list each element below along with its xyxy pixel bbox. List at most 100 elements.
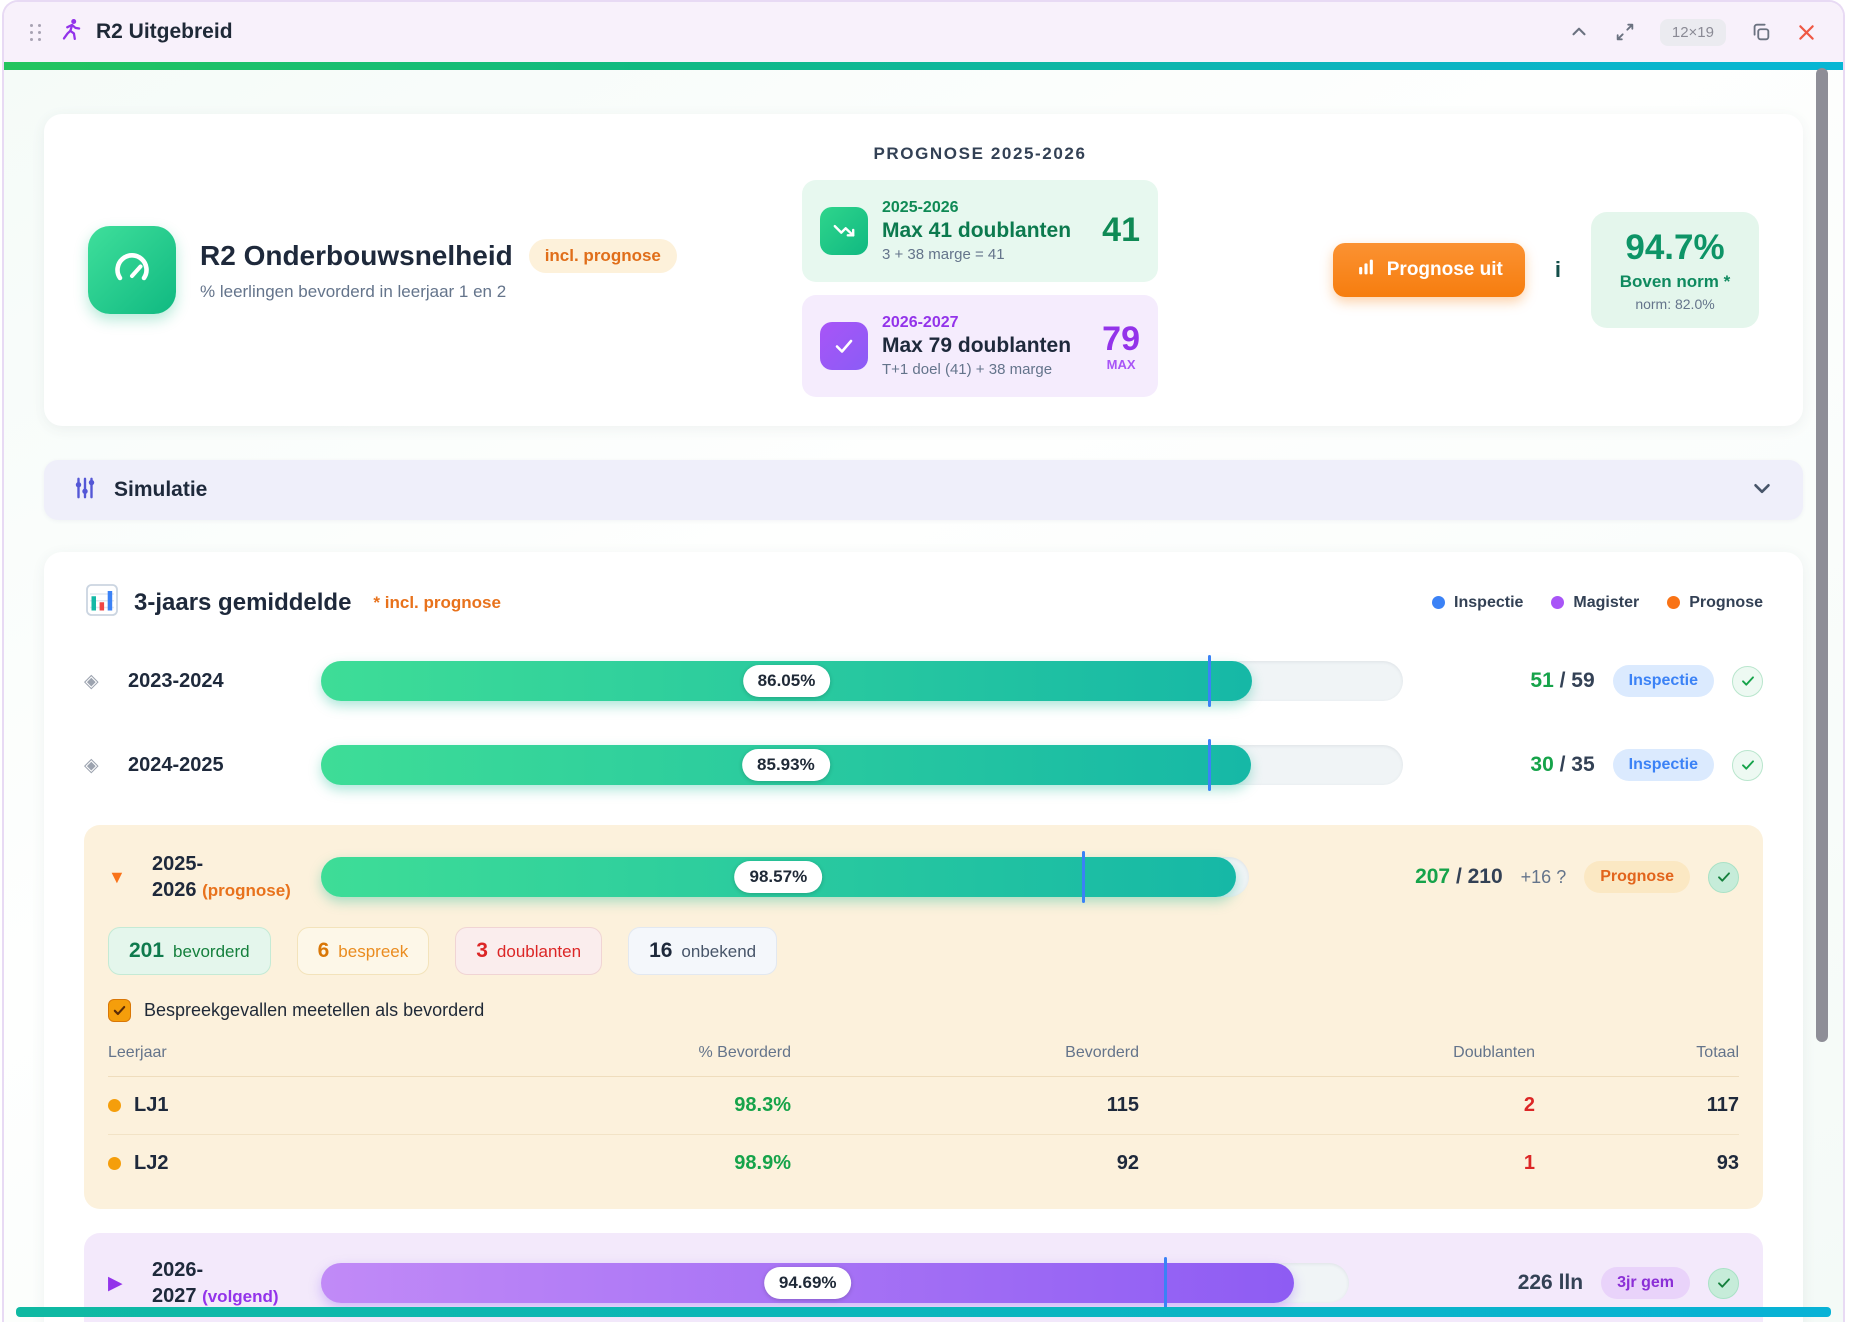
orange-dot-icon bbox=[108, 1157, 121, 1170]
prognose-card-2026: 2026-2027 Max 79 doublanten T+1 doel (41… bbox=[802, 295, 1158, 397]
source-badge[interactable]: Inspectie bbox=[1613, 749, 1714, 781]
sliders-icon bbox=[72, 475, 98, 506]
row-totaal: 93 bbox=[1535, 1152, 1739, 1175]
year-label-suffix: (prognose) bbox=[202, 881, 291, 900]
legend: Inspectie Magister Prognose bbox=[1432, 594, 1763, 612]
pill-doublanten: 3 doublanten bbox=[455, 927, 602, 975]
close-icon[interactable] bbox=[1796, 22, 1817, 43]
header-card: R2 Onderbouwsnelheid incl. prognose % le… bbox=[44, 114, 1803, 426]
fullscreen-icon[interactable] bbox=[1614, 21, 1636, 43]
norm-marker bbox=[1164, 1257, 1167, 1309]
pill-bespreek: 6 bespreek bbox=[297, 927, 430, 975]
pill-label: bevorderd bbox=[173, 942, 250, 962]
source-badge[interactable]: Prognose bbox=[1584, 861, 1690, 893]
row-bevorderd: 92 bbox=[791, 1152, 1139, 1175]
copy-icon[interactable] bbox=[1750, 21, 1772, 43]
progress-fill: 85.93% bbox=[321, 745, 1251, 785]
widget-window: R2 Uitgebreid 12×19 bbox=[2, 0, 1845, 1322]
prognose-card-title: Max 79 doublanten bbox=[882, 334, 1088, 358]
legend-label: Magister bbox=[1573, 594, 1639, 612]
widget-size-badge: 12×19 bbox=[1660, 19, 1726, 46]
orange-dot-icon bbox=[108, 1099, 121, 1112]
triangle-right-icon[interactable]: ▶ bbox=[108, 1272, 152, 1295]
progress-track: 98.57% bbox=[321, 857, 1249, 897]
chevron-down-icon[interactable] bbox=[1749, 475, 1775, 506]
diamond-icon: ◈ bbox=[84, 670, 128, 693]
drag-handle-icon[interactable] bbox=[30, 24, 42, 41]
prognose-card-value-tag: MAX bbox=[1102, 357, 1140, 372]
year-label: 2024-2025 bbox=[128, 752, 224, 778]
source-badge[interactable]: Inspectie bbox=[1613, 665, 1714, 697]
triangle-down-icon[interactable]: ▼ bbox=[108, 867, 152, 888]
row-doublanten: 1 bbox=[1139, 1152, 1535, 1175]
prognose-toggle-button[interactable]: Prognose uit bbox=[1333, 243, 1525, 297]
legend-item-magister: Magister bbox=[1551, 594, 1639, 612]
info-icon[interactable]: i bbox=[1555, 257, 1561, 283]
simulatie-accordion[interactable]: Simulatie bbox=[44, 460, 1803, 520]
legend-label: Inspectie bbox=[1454, 594, 1523, 612]
prognose-row-2025-2026: ▼ 2025- 2026 (prognose) 98.57% 207 / bbox=[84, 825, 1763, 1209]
score-value: 30 bbox=[1530, 753, 1553, 776]
col-pct-bevorderd: % Bevorderd bbox=[471, 1044, 791, 1062]
delta-text: +16 ? bbox=[1521, 867, 1567, 888]
diamond-icon: ◈ bbox=[84, 754, 128, 777]
row-totaal: 117 bbox=[1535, 1094, 1739, 1117]
year-label: 2023-2024 bbox=[128, 668, 224, 694]
progress-fill: 98.57% bbox=[321, 857, 1236, 897]
kpi-title: R2 Onderbouwsnelheid bbox=[200, 240, 513, 272]
pill-bevorderd: 201 bevorderd bbox=[108, 927, 271, 975]
prognose-section-title: PROGNOSE 2025-2026 bbox=[802, 144, 1158, 164]
row-doublanten: 2 bbox=[1139, 1094, 1535, 1117]
checkbox-checked-icon[interactable] bbox=[108, 999, 131, 1022]
year-row-2024-2025: ◈ 2024-2025 85.93% 30 / 35 Inspectie bbox=[84, 745, 1763, 785]
kpi-subtitle: % leerlingen bevorderd in leerjaar 1 en … bbox=[200, 282, 677, 302]
pill-value: 3 bbox=[476, 939, 488, 963]
pill-label: doublanten bbox=[497, 942, 581, 962]
norm-stat-card: 94.7% Boven norm * norm: 82.0% bbox=[1591, 212, 1759, 328]
bar-chart-icon bbox=[1355, 256, 1377, 284]
scrollbar[interactable] bbox=[1816, 68, 1828, 1318]
score-value: 51 bbox=[1530, 669, 1553, 692]
leerjaar-table: Leerjaar % Bevorderd Bevorderd Doublante… bbox=[108, 1044, 1739, 1181]
bottom-accent-bar bbox=[16, 1307, 1831, 1317]
source-badge[interactable]: 3jr gem bbox=[1601, 1267, 1690, 1299]
pill-label: bespreek bbox=[338, 942, 408, 962]
year-label-top: 2025- bbox=[152, 853, 203, 875]
bespreek-checkbox-row[interactable]: Bespreekgevallen meetellen als bevorderd bbox=[108, 999, 1739, 1022]
mini-chart-icon bbox=[84, 582, 120, 623]
prognose-card-subtitle: 3 + 38 marge = 41 bbox=[882, 246, 1088, 263]
progress-track: 94.69% bbox=[321, 1263, 1349, 1303]
prognose-card-title: Max 41 doublanten bbox=[882, 219, 1088, 243]
progress-value-chip: 94.69% bbox=[764, 1267, 852, 1299]
table-row: LJ1 98.3% 115 2 117 bbox=[108, 1077, 1739, 1135]
row-bevorderd: 115 bbox=[791, 1094, 1139, 1117]
year-row-2023-2024: ◈ 2023-2024 86.05% 51 / 59 Inspectie bbox=[84, 661, 1763, 701]
collapse-chevron-icon[interactable] bbox=[1568, 21, 1590, 43]
row-name: LJ2 bbox=[134, 1152, 168, 1175]
check-circle-icon bbox=[1708, 1268, 1739, 1299]
prognose-card-year: 2025-2026 bbox=[882, 199, 1088, 217]
col-totaal: Totaal bbox=[1535, 1044, 1739, 1062]
score-text: 51 / 59 bbox=[1530, 669, 1594, 693]
check-circle-icon bbox=[1732, 750, 1763, 781]
scrollbar-thumb[interactable] bbox=[1816, 68, 1828, 1042]
score-text: 30 / 35 bbox=[1530, 753, 1594, 777]
progress-value-chip: 86.05% bbox=[743, 665, 831, 697]
incl-prognose-badge: incl. prognose bbox=[529, 239, 677, 273]
row-name: LJ1 bbox=[134, 1094, 168, 1117]
window-title: R2 Uitgebreid bbox=[96, 20, 233, 44]
prognose-card-value: 41 bbox=[1102, 211, 1140, 250]
prognose-card-2025: 2025-2026 Max 41 doublanten 3 + 38 marge… bbox=[802, 180, 1158, 282]
widget-content: R2 Onderbouwsnelheid incl. prognose % le… bbox=[4, 70, 1843, 1322]
progress-fill: 86.05% bbox=[321, 661, 1252, 701]
check-circle-icon bbox=[1708, 862, 1739, 893]
top-accent-bar bbox=[4, 62, 1843, 70]
chart-title: 3-jaars gemiddelde bbox=[134, 589, 351, 617]
score-total: / 35 bbox=[1554, 753, 1595, 776]
col-bevorderd: Bevorderd bbox=[791, 1044, 1139, 1062]
checkbox-label: Bespreekgevallen meetellen als bevorderd bbox=[144, 1000, 484, 1021]
three-year-average-card: 3-jaars gemiddelde * incl. prognose Insp… bbox=[44, 552, 1803, 1322]
trending-down-icon bbox=[820, 207, 868, 255]
table-row: LJ2 98.9% 92 1 93 bbox=[108, 1135, 1739, 1181]
runner-icon bbox=[58, 17, 84, 48]
